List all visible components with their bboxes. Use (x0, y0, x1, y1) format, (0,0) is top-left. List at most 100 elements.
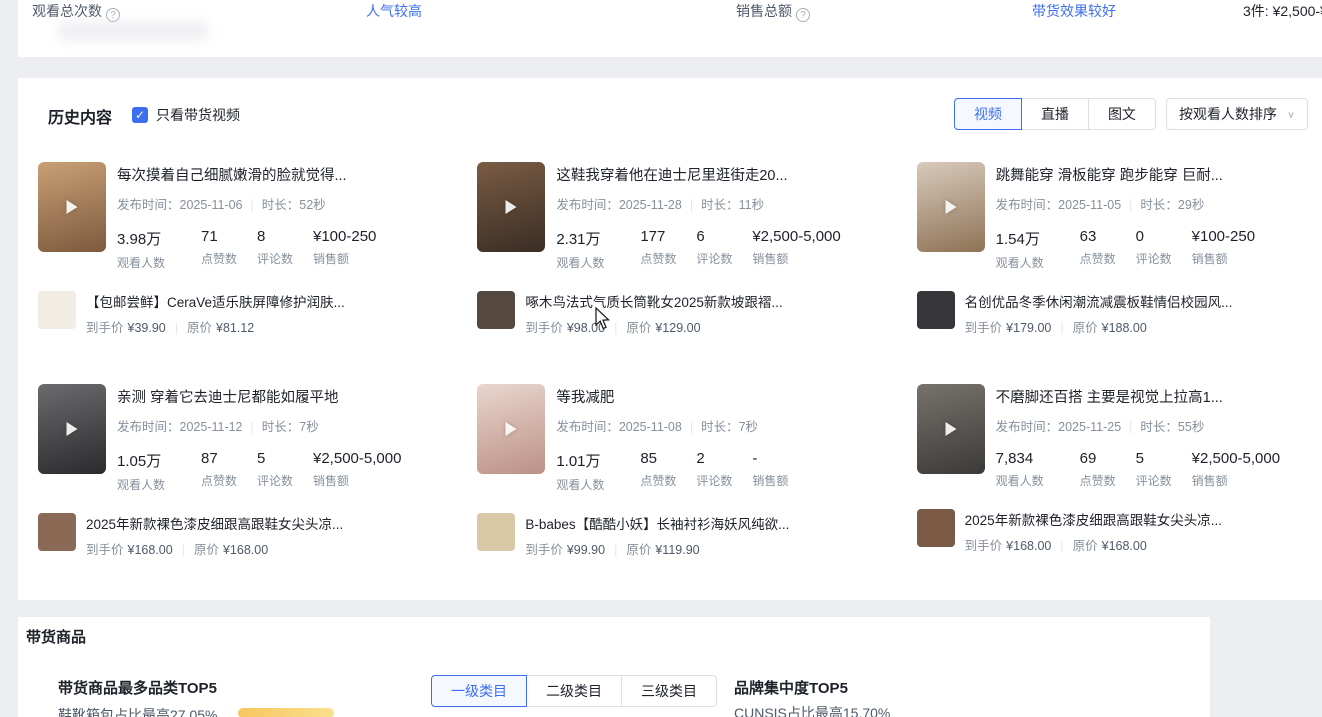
publish-date: 发布时间：2025-11-06 (117, 198, 243, 212)
original-price-label: 原价 (1072, 539, 1098, 553)
deal-price-label: 到手价 (86, 321, 124, 335)
stat-销售额: ¥100-250 销售额 (313, 228, 377, 266)
play-icon (945, 422, 957, 436)
deal-price-value: ¥39.90 (127, 321, 166, 335)
linked-product[interactable]: 【包邮尝鲜】CeraVe适乐肤屏障修护润肤... 到手价 ¥39.90 | 原价 ¥81… (38, 291, 431, 336)
product-prices: 到手价 ¥39.90 | 原价 ¥81.12 (86, 321, 255, 335)
product-thumbnail[interactable] (477, 291, 516, 329)
video-title[interactable]: 等我减肥 (556, 386, 870, 407)
deal-price-label: 到手价 (525, 543, 563, 557)
video-thumbnail[interactable] (477, 162, 546, 252)
product-thumbnail[interactable] (916, 509, 955, 547)
tab-图文[interactable]: 图文 (1087, 98, 1156, 130)
video-card[interactable]: 这鞋我穿着他在迪士尼里逛街走20... 发布时间：2025-11-28 | 时长：1… (477, 162, 870, 336)
tab-三级类目[interactable]: 三级类目 (621, 675, 717, 707)
help-icon[interactable]: ? (106, 8, 120, 22)
video-duration: 时长：11秒 (701, 198, 765, 212)
publish-date: 发布时间：2025-11-12 (117, 420, 243, 434)
deal-price-value: ¥168.00 (127, 543, 173, 557)
stat-评论数: 5 评论数 (1135, 450, 1172, 488)
stat-点赞数: 71 点赞数 (201, 228, 238, 266)
section-title-products: 带货商品 (26, 629, 87, 646)
play-icon (505, 200, 517, 214)
video-thumbnail[interactable] (477, 384, 546, 474)
checkbox-label: 只看带货视频 (156, 107, 240, 123)
original-price-label: 原价 (626, 543, 652, 557)
video-thumbnail[interactable] (916, 162, 985, 252)
video-card[interactable]: 不磨脚还百搭 主要是视觉上拉高1... 发布时间：2025-11-25 | 时长：5… (916, 384, 1310, 558)
sales-range-value: 3件: ¥2,500-¥5,00 (1243, 3, 1322, 19)
video-meta: 发布时间：2025-11-05 | 时长：29秒 (995, 198, 1205, 212)
only-ecommerce-videos-checkbox[interactable]: ✓ 只看带货视频 (132, 105, 240, 125)
tab-直播[interactable]: 直播 (1020, 98, 1089, 130)
tab-二级类目[interactable]: 二级类目 (526, 675, 622, 707)
product-title[interactable]: 名创优品冬季休闲潮流减震板鞋情侣校园风... (965, 291, 1233, 311)
blurred-metric-value (58, 22, 208, 40)
product-thumbnail[interactable] (38, 291, 76, 329)
video-title[interactable]: 不磨脚还百搭 主要是视觉上拉高1... (996, 386, 1310, 407)
stat-销售额: ¥2,500-5,000 销售额 (752, 228, 841, 266)
stat-观看人数: 1.05万 观看人数 (117, 453, 166, 492)
publish-date: 发布时间：2025-11-08 (556, 420, 682, 434)
video-card[interactable]: 每次摸着自己细腻嫩滑的脸就觉得... 发布时间：2025-11-06 | 时长：52… (38, 162, 431, 336)
video-thumbnail[interactable] (38, 384, 106, 474)
video-title[interactable]: 跳舞能穿 滑板能穿 跑步能穿 巨耐... (996, 164, 1310, 185)
video-meta: 发布时间：2025-11-12 | 时长：7秒 (117, 420, 319, 434)
original-price-value: ¥119.90 (655, 543, 700, 557)
deal-price-label: 到手价 (525, 321, 563, 335)
product-title[interactable]: 啄木鸟法式气质长筒靴女2025新款坡跟褶... (525, 291, 782, 311)
stat-点赞数: 177 点赞数 (640, 228, 677, 266)
stat-点赞数: 63 点赞数 (1079, 228, 1116, 266)
product-thumbnail[interactable] (38, 513, 76, 551)
stat-销售额: ¥100-250 销售额 (1191, 228, 1256, 266)
video-card[interactable]: 跳舞能穿 滑板能穿 跑步能穿 巨耐... 发布时间：2025-11-05 | 时长：… (916, 162, 1310, 336)
section-title-history: 历史内容 (48, 110, 113, 127)
deal-price-label: 到手价 (964, 539, 1003, 553)
original-price-value: ¥81.12 (216, 321, 255, 335)
product-title[interactable]: 2025年新款裸色漆皮细跟高跟鞋女尖头凉... (965, 509, 1222, 529)
deal-price-label: 到手价 (964, 321, 1003, 335)
video-thumbnail[interactable] (38, 162, 106, 252)
sales-effect-link[interactable]: 带货效果较好 (1032, 1, 1116, 21)
chevron-down-icon: ∨ (1286, 109, 1295, 120)
linked-product[interactable]: B-babes【酷酷小妖】长袖衬衫海妖风纯欲... 到手价 ¥99.90 | 原价 ¥1… (477, 513, 870, 558)
product-thumbnail[interactable] (477, 513, 516, 551)
video-stats: 2.31万 观看人数 177 点赞数 6 评论数 ¥2,500-5,000 销售额 (556, 228, 870, 271)
top-categories-note: 鞋靴箱包占比最高27.05% (58, 707, 218, 717)
checkbox-checked-icon[interactable]: ✓ (132, 107, 148, 123)
product-title[interactable]: 【包邮尝鲜】CeraVe适乐肤屏障修护润肤... (86, 291, 345, 311)
video-title[interactable]: 这鞋我穿着他在迪士尼里逛街走20... (556, 164, 870, 185)
video-title[interactable]: 每次摸着自己细腻嫩滑的脸就觉得... (117, 164, 431, 185)
video-duration: 时长：7秒 (701, 420, 759, 434)
linked-product[interactable]: 2025年新款裸色漆皮细跟高跟鞋女尖头凉... 到手价 ¥168.00 | 原价 ¥16… (916, 509, 1310, 554)
brand-concentration-title: 品牌集中度TOP5 (734, 680, 848, 697)
popularity-assessment-link[interactable]: 人气较高 (366, 1, 422, 21)
deal-price-label: 到手价 (86, 543, 124, 557)
video-stats: 1.05万 观看人数 87 点赞数 5 评论数 ¥2,500-5,000 销售额 (117, 450, 431, 493)
video-title[interactable]: 亲测 穿着它去迪士尼都能如履平地 (117, 386, 431, 407)
deal-price-value: ¥99.90 (566, 543, 606, 557)
tab-一级类目[interactable]: 一级类目 (431, 675, 527, 707)
play-icon (66, 422, 78, 436)
video-card[interactable]: 等我减肥 发布时间：2025-11-08 | 时长：7秒 1.01万 观看人数 85 点赞… (477, 384, 870, 558)
linked-product[interactable]: 2025年新款裸色漆皮细跟高跟鞋女尖头凉... 到手价 ¥168.00 | 原价 ¥16… (38, 513, 431, 558)
video-thumbnail[interactable] (916, 384, 985, 474)
tab-视频[interactable]: 视频 (953, 98, 1022, 130)
sort-dropdown[interactable]: 按观看人数排序 ∨ (1165, 98, 1308, 130)
help-icon[interactable]: ? (796, 8, 810, 22)
linked-product[interactable]: 名创优品冬季休闲潮流减震板鞋情侣校园风... 到手价 ¥179.00 | 原价 ¥188… (916, 291, 1310, 336)
video-meta: 发布时间：2025-11-08 | 时长：7秒 (556, 420, 759, 434)
category-bar (238, 708, 334, 717)
product-title[interactable]: 2025年新款裸色漆皮细跟高跟鞋女尖头凉... (86, 513, 343, 533)
video-card[interactable]: 亲测 穿着它去迪士尼都能如履平地 发布时间：2025-11-12 | 时长：7秒 1… (38, 384, 431, 558)
stat-评论数: 8 评论数 (257, 228, 294, 266)
category-level-tabs: 一级类目 二级类目 三级类目 (431, 675, 717, 707)
stat-评论数: 0 评论数 (1135, 228, 1172, 266)
product-thumbnail[interactable] (916, 291, 955, 329)
original-price-value: ¥168.00 (1101, 539, 1147, 553)
stat-点赞数: 69 点赞数 (1079, 450, 1116, 488)
stat-评论数: 5 评论数 (257, 450, 294, 488)
linked-product[interactable]: 啄木鸟法式气质长筒靴女2025新款坡跟褶... 到手价 ¥98.00 | 原价 ¥129… (477, 291, 870, 336)
summary-stats-bar: 观看总次数? 人气较高 销售总额? 带货效果较好 3件: ¥2,500-¥5,0… (18, 0, 1322, 57)
product-title[interactable]: B-babes【酷酷小妖】长袖衬衫海妖风纯欲... (525, 513, 789, 533)
